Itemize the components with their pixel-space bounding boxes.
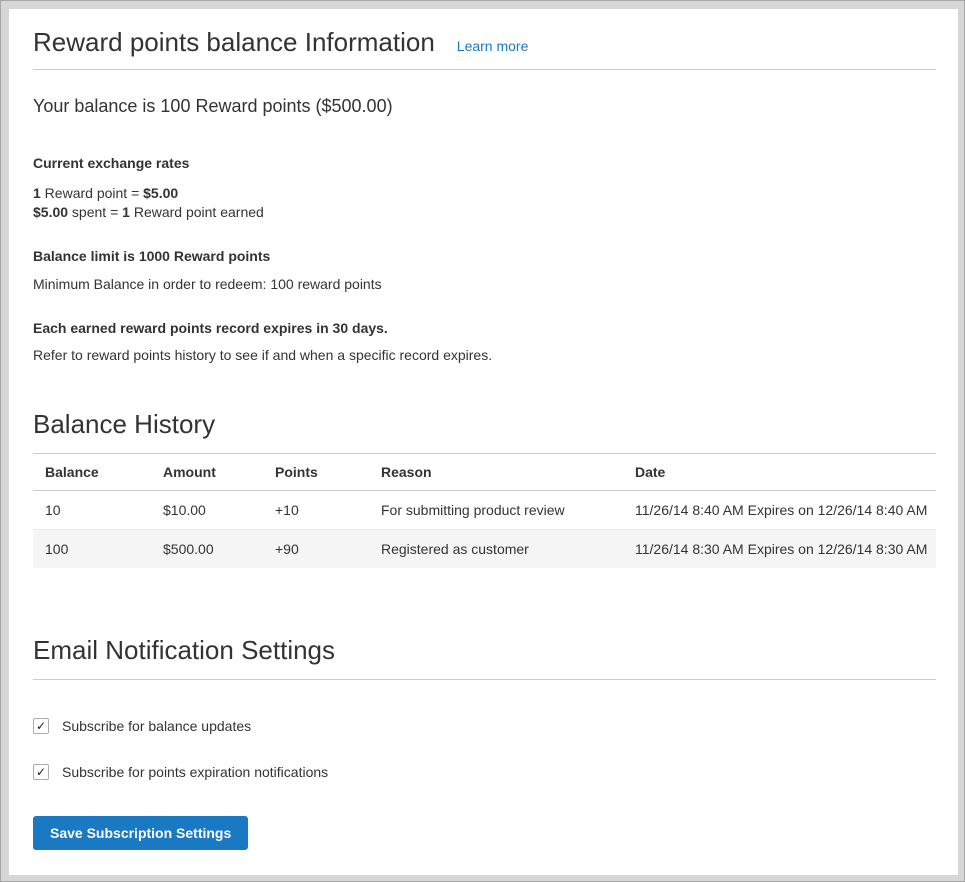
table-header-points: Points [263, 454, 369, 491]
balance-updates-option[interactable]: ✓ Subscribe for balance updates [33, 718, 936, 734]
rate-text: Reward point = [41, 185, 143, 201]
email-settings-header: Email Notification Settings [33, 634, 936, 680]
balance-updates-label[interactable]: Subscribe for balance updates [62, 718, 251, 734]
table-header-reason: Reason [369, 454, 623, 491]
table-header-row: Balance Amount Points Reason Date [33, 454, 936, 491]
expiration-note: Refer to reward points history to see if… [33, 347, 936, 364]
table-cell-reason: Registered as customer [369, 530, 623, 569]
table-cell-balance: 10 [33, 491, 151, 530]
table-cell-date: 11/26/14 8:30 AM Expires on 12/26/14 8:3… [623, 530, 936, 569]
rate-value: 1 [122, 204, 130, 220]
email-settings-title: Email Notification Settings [33, 634, 936, 667]
learn-more-link[interactable]: Learn more [457, 38, 529, 54]
expiration-notifications-option[interactable]: ✓ Subscribe for points expiration notifi… [33, 764, 936, 780]
exchange-rate-line-1: 1 Reward point = $5.00 [33, 184, 936, 203]
balance-history-header: Balance History [33, 408, 936, 454]
page-background: Reward points balance Information Learn … [0, 0, 965, 882]
balance-history-table: Balance Amount Points Reason Date 10 $10… [33, 454, 936, 568]
reward-points-panel: Reward points balance Information Learn … [9, 9, 958, 875]
table-header-date: Date [623, 454, 936, 491]
table-cell-points: +90 [263, 530, 369, 569]
checkbox-checked-icon: ✓ [36, 720, 46, 732]
table-header-amount: Amount [151, 454, 263, 491]
exchange-rates-heading: Current exchange rates [33, 155, 936, 172]
exchange-rate-lines: 1 Reward point = $5.00 $5.00 spent = 1 R… [33, 184, 936, 222]
table-cell-amount: $10.00 [151, 491, 263, 530]
rate-text: Reward point earned [130, 204, 264, 220]
save-subscription-settings-button[interactable]: Save Subscription Settings [33, 816, 248, 850]
rate-value: $5.00 [33, 204, 68, 220]
checkbox-checked-icon: ✓ [36, 766, 46, 778]
table-header-balance: Balance [33, 454, 151, 491]
page-header: Reward points balance Information Learn … [33, 27, 936, 70]
expiration-notifications-checkbox[interactable]: ✓ [33, 764, 49, 780]
balance-limit-heading: Balance limit is 1000 Reward points [33, 248, 936, 265]
minimum-balance-note: Minimum Balance in order to redeem: 100 … [33, 276, 936, 293]
balance-summary: Your balance is 100 Reward points ($500.… [33, 96, 936, 117]
table-cell-reason: For submitting product review [369, 491, 623, 530]
table-cell-points: +10 [263, 491, 369, 530]
table-cell-amount: $500.00 [151, 530, 263, 569]
page-title: Reward points balance Information [33, 27, 435, 57]
expiration-heading: Each earned reward points record expires… [33, 320, 936, 337]
table-row: 10 $10.00 +10 For submitting product rev… [33, 491, 936, 530]
table-cell-balance: 100 [33, 530, 151, 569]
rate-value: 1 [33, 185, 41, 201]
rate-text: spent = [68, 204, 122, 220]
expiration-notifications-label[interactable]: Subscribe for points expiration notifica… [62, 764, 328, 780]
table-row: 100 $500.00 +90 Registered as customer 1… [33, 530, 936, 569]
exchange-rate-line-2: $5.00 spent = 1 Reward point earned [33, 203, 936, 222]
balance-updates-checkbox[interactable]: ✓ [33, 718, 49, 734]
table-cell-date: 11/26/14 8:40 AM Expires on 12/26/14 8:4… [623, 491, 936, 530]
balance-history-title: Balance History [33, 408, 936, 441]
rate-value: $5.00 [143, 185, 178, 201]
